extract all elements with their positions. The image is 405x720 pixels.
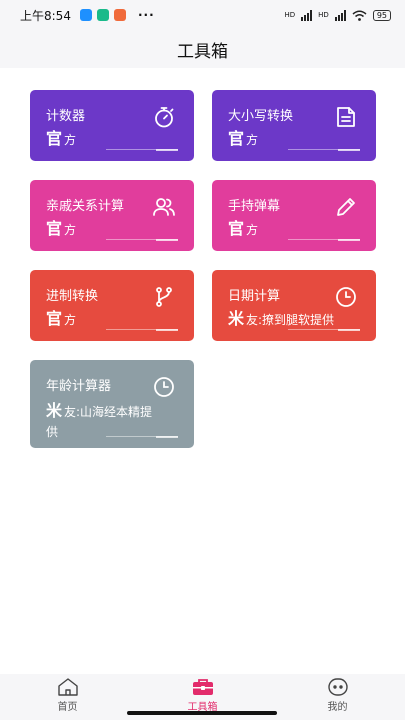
tool-title: 亲戚关系计算	[46, 199, 125, 214]
pencil-icon	[337, 198, 355, 216]
tool-source: 官方	[46, 219, 77, 238]
toolbox-icon	[192, 679, 213, 695]
signal-icon-1	[301, 9, 313, 21]
home-indicator[interactable]	[127, 711, 277, 715]
page-header: 工具箱	[0, 30, 405, 68]
tab-label: 我的	[327, 702, 348, 713]
tool-source: 米友:撩到腿软提供	[228, 309, 335, 328]
card-divider-accent	[338, 149, 360, 151]
app-notification-icon-1	[79, 9, 92, 21]
tool-title: 进制转换	[46, 289, 99, 304]
stopwatch-icon	[155, 107, 174, 128]
card-divider-accent	[156, 239, 178, 241]
status-bar: 上午8:54 ··· HD HD 95	[0, 0, 405, 30]
tool-card-date-calc[interactable]: 日期计算 米友:撩到腿软提供	[212, 270, 376, 347]
tool-title: 年龄计算器	[46, 379, 112, 394]
tool-card-counter[interactable]: 计数器 官方	[30, 90, 194, 167]
page-title: 工具箱	[177, 41, 228, 62]
tool-source: 官方	[228, 219, 259, 238]
card-divider-accent	[338, 239, 360, 241]
card-divider-accent	[338, 329, 360, 331]
clock-icon	[336, 287, 356, 307]
tool-title: 日期计算	[228, 289, 281, 304]
status-time: 上午8:54	[20, 8, 71, 23]
card-divider-accent	[156, 436, 178, 438]
tools-grid: 计数器 官方 大小写转换 官方 亲戚关系计算 官方 手持弹幕 官方 进制转换 官…	[0, 68, 405, 674]
signal-label-1: HD	[284, 11, 296, 19]
tool-title: 大小写转换	[228, 109, 294, 124]
face-icon	[327, 678, 348, 696]
signal-label-2: HD	[318, 11, 329, 19]
wifi-icon	[352, 10, 367, 21]
tool-source: 官方	[46, 129, 77, 148]
card-divider-accent	[156, 149, 178, 151]
tool-card-danmaku[interactable]: 手持弹幕 官方	[212, 180, 376, 257]
more-notifications-icon: ···	[137, 8, 155, 22]
tool-source: 官方	[46, 309, 77, 328]
tool-card-relatives[interactable]: 亲戚关系计算 官方	[30, 180, 194, 257]
tab-home[interactable]: 首页	[0, 674, 135, 720]
tool-card-base-convert[interactable]: 进制转换 官方	[30, 270, 194, 347]
app-notification-icon-2	[96, 9, 109, 21]
clock-icon	[154, 377, 174, 397]
document-icon	[337, 107, 355, 127]
branch-icon	[156, 287, 172, 307]
tool-card-age-calc[interactable]: 年龄计算器 米友:山海经本精提供	[30, 360, 194, 454]
users-icon	[153, 198, 175, 216]
battery-icon: 95	[372, 9, 391, 21]
tool-source: 官方	[228, 129, 259, 148]
tool-title: 手持弹幕	[228, 199, 281, 214]
signal-icon-2	[334, 9, 346, 21]
home-icon	[57, 678, 78, 696]
app-notification-icon-3	[113, 9, 126, 21]
tab-label: 首页	[57, 702, 78, 713]
tab-mine[interactable]: 我的	[270, 674, 405, 720]
tool-card-case-convert[interactable]: 大小写转换 官方	[212, 90, 376, 167]
card-divider-accent	[156, 329, 178, 331]
tool-title: 计数器	[46, 109, 86, 124]
